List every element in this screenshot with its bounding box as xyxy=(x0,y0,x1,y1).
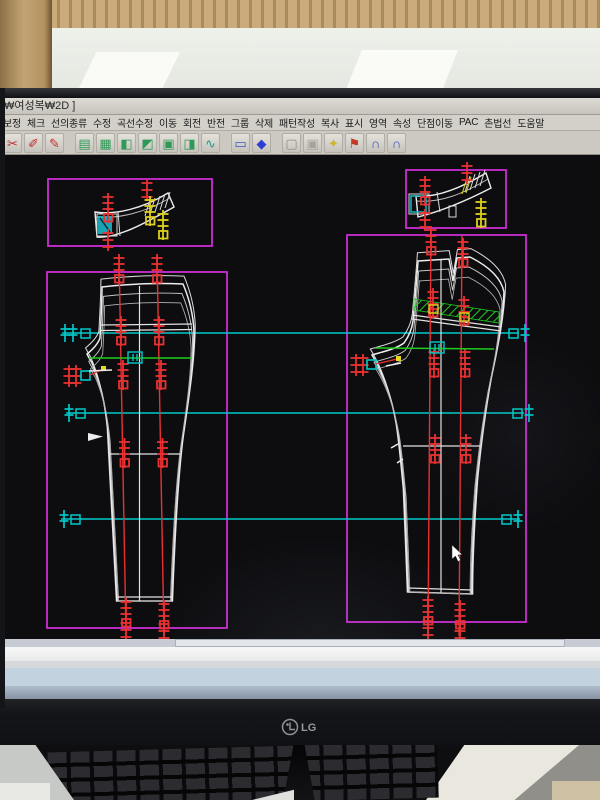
desk-object xyxy=(552,781,600,800)
menu-item[interactable]: 속성 xyxy=(390,115,414,130)
pattern-tool-icon-5[interactable]: ▣ xyxy=(159,133,178,153)
toolbar-separator xyxy=(273,133,280,153)
monitor-bezel-top xyxy=(0,88,600,98)
lg-wordmark: LG xyxy=(301,722,316,734)
toolbar-separator xyxy=(66,133,73,153)
sheet-icon-2[interactable]: ▣ xyxy=(303,133,322,153)
desk-area xyxy=(0,745,600,800)
menu-item[interactable]: 표시 xyxy=(342,115,366,130)
flag-tool-icon[interactable]: ⚑ xyxy=(345,133,364,153)
photo-of-monitor: ₩여성복₩2D ] 보정체크선의종류수정곡선수정이동회전반전그룹삭제패턴작성복사… xyxy=(0,0,600,800)
pattern-tool-icon-4[interactable]: ◩ xyxy=(138,133,157,153)
menu-item[interactable]: 회전 xyxy=(180,115,204,130)
select-rect-icon[interactable]: ▭ xyxy=(231,133,250,153)
menu-item[interactable]: 반전 xyxy=(204,115,228,130)
ceiling-light-reflection xyxy=(346,50,458,90)
pant-front-icon[interactable]: ∩ xyxy=(366,133,385,153)
status-bar xyxy=(0,647,600,661)
mouse-cursor xyxy=(452,545,462,562)
menu-item[interactable]: 촌법선 xyxy=(481,115,514,130)
crotch-annotation-back[interactable] xyxy=(351,354,402,376)
piece-waistband-left[interactable] xyxy=(95,179,174,251)
wood-pillar xyxy=(0,0,52,98)
toolbar-separator xyxy=(222,133,229,153)
pen-tool-icon[interactable]: ✐ xyxy=(24,133,43,153)
title-bar[interactable]: ₩여성복₩2D ] xyxy=(0,98,600,115)
menu-item[interactable]: 체크 xyxy=(24,115,48,130)
pattern-tool-icon-2[interactable]: ▦ xyxy=(96,133,115,153)
piece-waistband-right[interactable] xyxy=(409,162,491,231)
menu-item[interactable]: 곡선수정 xyxy=(114,115,156,130)
drawing-canvas[interactable] xyxy=(0,155,600,639)
wall xyxy=(0,0,600,98)
menu-item[interactable]: 수정 xyxy=(90,115,114,130)
menu-item[interactable]: 단점이동 xyxy=(414,115,456,130)
paper-on-desk xyxy=(0,783,50,800)
keyboard xyxy=(47,745,438,800)
pattern-tool-icon-1[interactable]: ▤ xyxy=(75,133,94,153)
toolbar: ✂✐✎▤▦◧◩▣◨∿▭◆▢▣✦⚑∩∩ xyxy=(0,131,600,155)
curve-tool-icon[interactable]: ∿ xyxy=(201,133,220,153)
window-title: ₩여성복₩2D ] xyxy=(4,100,75,112)
menu-item[interactable]: 영역 xyxy=(366,115,390,130)
menu-item[interactable]: 선의종류 xyxy=(48,115,90,130)
pant-back-icon[interactable]: ∩ xyxy=(387,133,406,153)
grade-marks-red xyxy=(420,162,473,231)
sheet-icon-1[interactable]: ▢ xyxy=(282,133,301,153)
crotch-annotation-front[interactable] xyxy=(64,365,113,387)
menu-item[interactable]: 패턴작성 xyxy=(276,115,318,130)
fill-tool-icon[interactable]: ◆ xyxy=(252,133,271,153)
scrollbar-thumb[interactable] xyxy=(175,639,565,647)
screen-bottom-glare xyxy=(0,686,600,699)
piece-pant-front[interactable] xyxy=(86,276,196,601)
menu-item[interactable]: 이동 xyxy=(156,115,180,130)
wood-slat-wall xyxy=(0,0,600,30)
star-tool-icon[interactable]: ✦ xyxy=(324,133,343,153)
grade-marks-yellow xyxy=(476,198,487,228)
monitor-bezel-left xyxy=(0,88,5,708)
pattern-tool-icon-3[interactable]: ◧ xyxy=(117,133,136,153)
menu-item[interactable]: 도움말 xyxy=(514,115,547,130)
menu-item[interactable]: 삭제 xyxy=(252,115,276,130)
taskbar-band xyxy=(0,668,600,686)
grade-lines-front[interactable] xyxy=(114,254,170,639)
menu-item[interactable]: 그룹 xyxy=(228,115,252,130)
menu-bar: 보정체크선의종류수정곡선수정이동회전반전그룹삭제패턴작성복사표시영역속성단점이동… xyxy=(0,115,600,131)
pencil-tool-icon[interactable]: ✎ xyxy=(45,133,64,153)
pattern-tool-icon-6[interactable]: ◨ xyxy=(180,133,199,153)
menu-item[interactable]: PAC xyxy=(456,117,481,128)
status-bar-divider xyxy=(0,661,600,668)
selection-box-waistband-left xyxy=(48,179,212,246)
yoke-highlight-band xyxy=(414,299,499,323)
menu-item[interactable]: 복사 xyxy=(318,115,342,130)
horizontal-scrollbar[interactable] xyxy=(0,639,600,647)
lg-logo: LG xyxy=(280,716,324,738)
cut-tool-icon[interactable]: ✂ xyxy=(3,133,22,153)
seam-arrow-mark xyxy=(88,433,103,441)
